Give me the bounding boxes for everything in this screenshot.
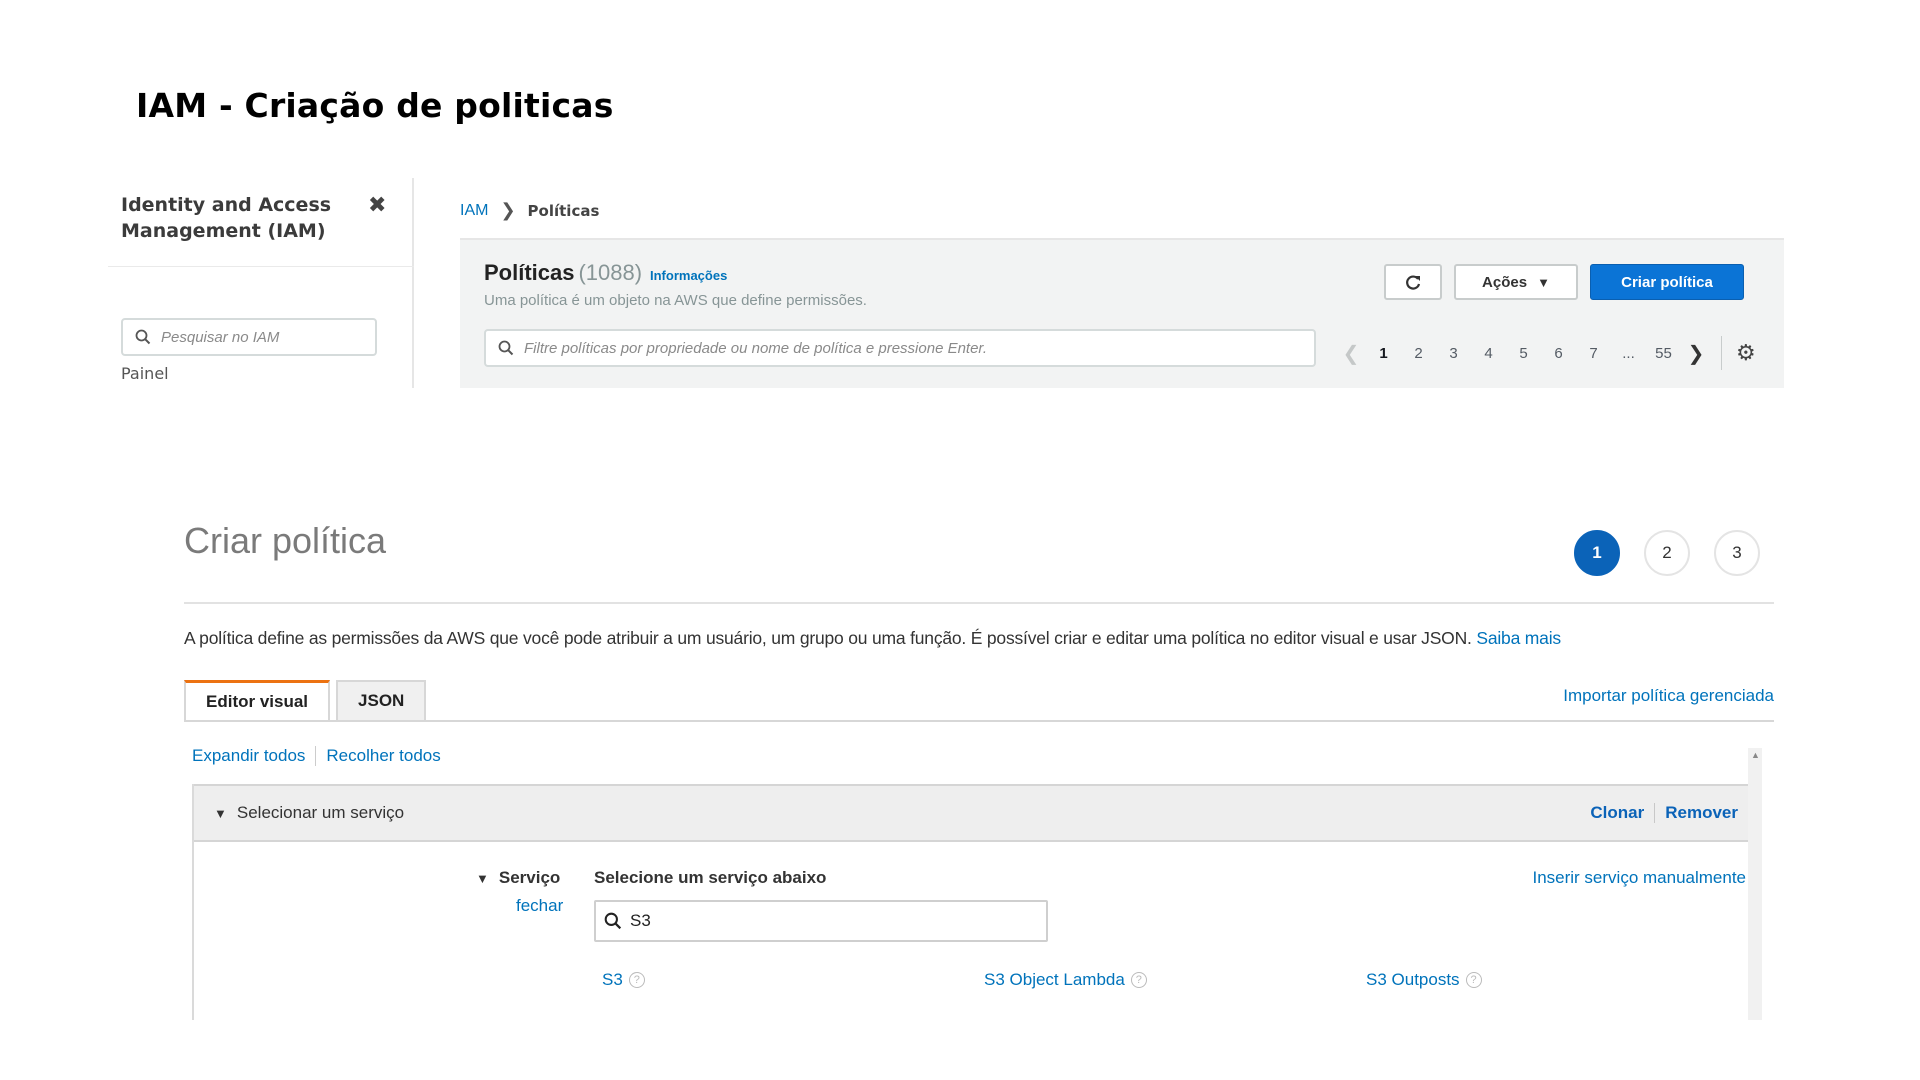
section-actions: Clonar Remover	[1590, 803, 1738, 823]
manual-service-link[interactable]: Inserir serviço manualmente	[1532, 868, 1746, 888]
service-search-input[interactable]: S3	[594, 900, 1048, 942]
remove-button[interactable]: Remover	[1665, 803, 1738, 823]
service-search-value: S3	[630, 911, 651, 930]
actions-dropdown[interactable]: Ações ▼	[1454, 264, 1578, 300]
breadcrumb-current: Políticas	[527, 201, 600, 220]
clone-button[interactable]: Clonar	[1590, 803, 1644, 823]
policies-description: Uma política é um objeto na AWS que defi…	[484, 292, 867, 309]
search-icon	[604, 912, 622, 930]
policies-title: Políticas	[484, 260, 575, 285]
page-5[interactable]: 5	[1506, 345, 1541, 362]
refresh-button[interactable]	[1384, 264, 1442, 300]
service-section-header[interactable]: ▼ Selecionar um serviço Clonar Remover	[194, 784, 1756, 842]
search-icon	[498, 340, 514, 356]
scroll-up-icon[interactable]: ▲	[1751, 750, 1760, 760]
link-separator	[315, 746, 317, 766]
close-link[interactable]: fechar	[516, 896, 563, 916]
service-result-s3-outposts[interactable]: S3 Outposts ?	[1366, 970, 1482, 990]
tab-json[interactable]: JSON	[336, 680, 427, 720]
tab-visual-editor[interactable]: Editor visual	[184, 680, 331, 720]
create-policy-button[interactable]: Criar política	[1590, 264, 1744, 300]
service-result-label: S3 Outposts	[1366, 970, 1460, 989]
page-ellipsis: ...	[1622, 344, 1635, 362]
search-icon	[135, 329, 151, 345]
caret-down-icon: ▼	[476, 870, 489, 886]
close-icon[interactable]: ✖	[368, 192, 386, 218]
create-policy-screenshot: Criar política 1 2 3 A política define a…	[184, 520, 1774, 1020]
help-icon[interactable]: ?	[628, 972, 645, 988]
step-1: 1	[1574, 530, 1620, 576]
learn-more-link[interactable]: Saiba mais	[1476, 628, 1561, 648]
caret-down-icon: ▼	[1537, 274, 1550, 290]
page-2[interactable]: 2	[1401, 345, 1436, 362]
page-7[interactable]: 7	[1576, 345, 1611, 362]
step-3: 3	[1714, 530, 1760, 576]
sidebar-title: Identity and Access Management (IAM)	[121, 194, 332, 242]
service-label[interactable]: ▼ Serviço	[476, 868, 560, 888]
step-indicator: 1 2 3	[1574, 530, 1784, 576]
scrollbar[interactable]: ▲	[1748, 748, 1762, 1020]
title-divider	[184, 602, 1774, 604]
help-icon[interactable]: ?	[1130, 972, 1147, 988]
tabs-divider	[184, 720, 1774, 722]
prev-page-icon[interactable]: ❮	[1336, 341, 1366, 366]
create-policy-description: A política define as permissões da AWS q…	[184, 628, 1561, 649]
description-text: A política define as permissões da AWS q…	[184, 628, 1472, 648]
breadcrumb: IAM ❯ Políticas	[460, 200, 599, 221]
policies-heading: Políticas (1088)	[484, 260, 642, 286]
gear-icon[interactable]: ⚙	[1736, 340, 1756, 366]
service-section: ▼ Selecionar um serviço Clonar Remover ▼…	[192, 784, 1758, 1020]
sidebar-item-painel[interactable]: Painel	[121, 364, 169, 383]
chevron-right-icon: ❯	[500, 200, 516, 220]
policies-panel: Políticas (1088) Informações Uma política…	[460, 238, 1784, 388]
service-label-text: Serviço	[498, 868, 561, 887]
page-6[interactable]: 6	[1541, 345, 1576, 362]
policies-count: (1088)	[578, 260, 643, 285]
step-2: 2	[1644, 530, 1690, 576]
info-link[interactable]: Informações	[650, 268, 727, 283]
iam-sidebar: Identity and Access Management (IAM) ✖ P…	[108, 178, 414, 388]
refresh-icon	[1406, 275, 1421, 290]
policy-filter-input[interactable]: Filtre políticas por propriedade ou nome…	[484, 329, 1316, 367]
expand-collapse-row: Expandir todos Recolher todos	[192, 746, 441, 766]
service-result-s3-object-lambda[interactable]: S3 Object Lambda ?	[984, 970, 1147, 990]
next-page-icon[interactable]: ❯	[1681, 341, 1711, 366]
action-separator	[1654, 803, 1656, 823]
sidebar-divider	[108, 266, 414, 267]
service-section-title: Selecionar um serviço	[236, 803, 405, 822]
import-managed-policy-link[interactable]: Importar política gerenciada	[1563, 686, 1774, 706]
service-result-s3[interactable]: S3 ?	[602, 970, 645, 990]
page-4[interactable]: 4	[1471, 345, 1506, 362]
breadcrumb-iam-link[interactable]: IAM	[460, 202, 488, 220]
service-result-label: S3	[602, 970, 623, 989]
slide-title: IAM - Criação de politicas	[136, 86, 614, 125]
collapse-all-link[interactable]: Recolher todos	[326, 746, 440, 766]
iam-search-placeholder: Pesquisar no IAM	[161, 328, 280, 346]
pagination-divider	[1721, 336, 1722, 370]
service-prompt: Selecione um serviço abaixo	[594, 868, 827, 887]
service-result-label: S3 Object Lambda	[984, 970, 1125, 989]
caret-down-icon: ▼	[214, 805, 227, 821]
page-title: Criar política	[184, 520, 387, 561]
policy-filter-placeholder: Filtre políticas por propriedade ou nome…	[524, 339, 988, 357]
actions-label: Ações	[1482, 273, 1528, 291]
page-1[interactable]: 1	[1366, 345, 1401, 362]
iam-policies-screenshot: Identity and Access Management (IAM) ✖ P…	[108, 178, 1784, 388]
expand-all-link[interactable]: Expandir todos	[192, 746, 305, 766]
editor-tabs: Editor visual JSON	[184, 680, 432, 720]
page-3[interactable]: 3	[1436, 345, 1471, 362]
pagination: ❮ 1 2 3 4 5 6 7 ... 55 ❯ ⚙	[1336, 336, 1756, 370]
iam-search-input[interactable]: Pesquisar no IAM	[121, 318, 377, 356]
page-last[interactable]: 55	[1646, 345, 1681, 362]
help-icon[interactable]: ?	[1465, 972, 1482, 988]
